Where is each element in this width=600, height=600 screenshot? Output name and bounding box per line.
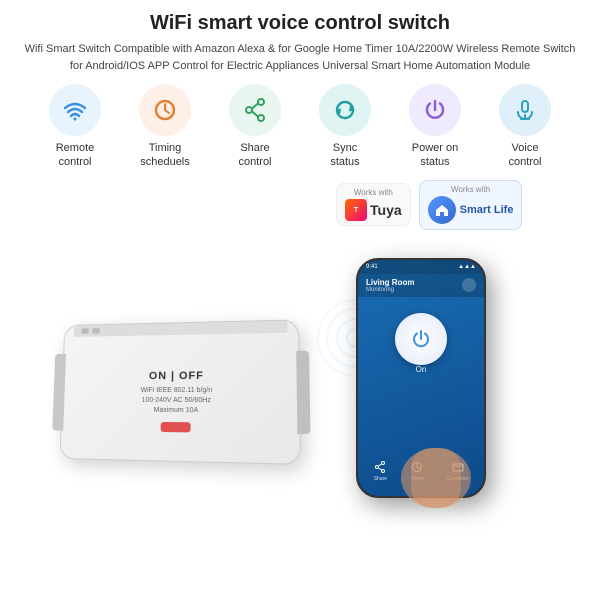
switch-notch-2 (92, 328, 100, 334)
phone-power-label: On (358, 365, 484, 374)
phone-control-area (358, 297, 484, 373)
timing-icon-wrap (139, 84, 191, 136)
feature-label-remote: Remotecontrol (56, 141, 95, 170)
right-area: Works with T Tuya Works with S (336, 180, 584, 592)
content-row: ON | OFF WiFi IEEE 802.11 b/g/n 100-240V… (16, 180, 584, 592)
tuya-text: Tuya (370, 202, 402, 218)
switch-notch-1 (81, 328, 89, 334)
smartlife-works-with: Works with (451, 185, 490, 194)
switch-device: ON | OFF WiFi IEEE 802.11 b/g/n 100-240V… (59, 319, 301, 465)
power-circle-icon (410, 328, 432, 350)
sync-icon-wrap (319, 84, 371, 136)
wifi-icon (61, 96, 89, 124)
remote-control-icon-wrap (49, 84, 101, 136)
feature-remote-control: Remotecontrol (34, 84, 116, 170)
switch-body: ON | OFF WiFi IEEE 802.11 b/g/n 100-240V… (60, 340, 300, 463)
feature-timing: Timingscheduels (124, 84, 206, 170)
switch-specs: WiFi IEEE 802.11 b/g/n 100-240V AC 50/60… (140, 386, 212, 416)
phone-menu-icon (462, 278, 476, 292)
feature-power: Power onstatus (394, 84, 476, 170)
feature-sync: Syncstatus (304, 84, 386, 170)
switch-top (74, 320, 288, 336)
share-icon-wrap (229, 84, 281, 136)
phone-sub: Monitoring (366, 287, 414, 293)
phone-status-bar: 9:41 ▲▲▲ (358, 260, 484, 274)
page-subtitle: Wifi Smart Switch Compatible with Amazon… (20, 41, 580, 74)
feature-label-sync: Syncstatus (330, 141, 359, 170)
clock-icon (151, 96, 179, 124)
hand-svg (386, 378, 486, 508)
feature-label-voice: Voicecontrol (508, 141, 541, 170)
home-icon (434, 202, 450, 218)
features-row: Remotecontrol Timingscheduels (16, 84, 584, 170)
feature-label-power: Power onstatus (412, 141, 458, 170)
phone-power-button[interactable] (395, 313, 447, 365)
power-icon (421, 96, 449, 124)
feature-label-timing: Timingscheduels (140, 141, 190, 170)
switch-button-red[interactable] (161, 421, 191, 431)
voice-icon (511, 96, 539, 124)
share-icon (241, 96, 269, 124)
phone-room: Living Room (366, 278, 414, 287)
on-off-label: ON | OFF (149, 370, 204, 382)
sync-icon (331, 96, 359, 124)
voice-icon-wrap (499, 84, 551, 136)
product-page: WiFi smart voice control switch Wifi Sma… (0, 0, 600, 600)
feature-label-share: Sharecontrol (238, 141, 271, 170)
feature-voice: Voicecontrol (484, 84, 566, 170)
phone-header: Living Room Monitoring (358, 274, 484, 297)
hand-area (386, 378, 486, 508)
power-icon-wrap (409, 84, 461, 136)
feature-share: Sharecontrol (214, 84, 296, 170)
phone-area: 9:41 ▲▲▲ Living Room Monitoring (276, 218, 506, 498)
tuya-works-with: Works with (354, 188, 393, 197)
page-title: WiFi smart voice control switch (150, 12, 450, 35)
phone-signal: ▲▲▲ (458, 264, 476, 270)
smartlife-text: Smart Life (460, 204, 514, 216)
phone-time: 9:41 (366, 264, 378, 270)
